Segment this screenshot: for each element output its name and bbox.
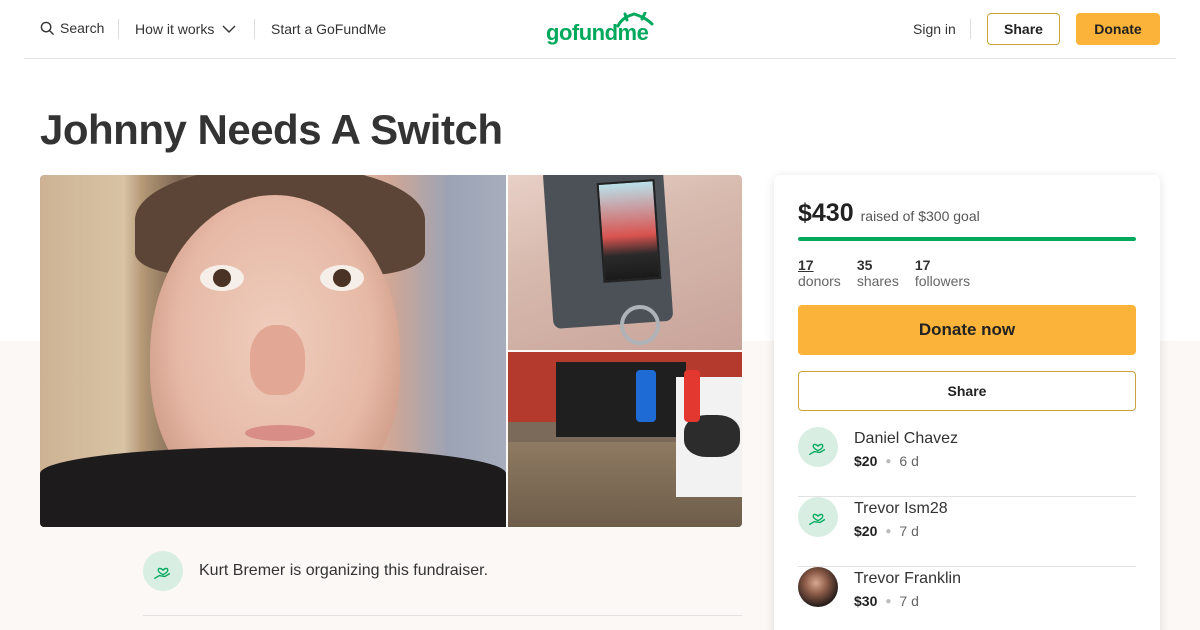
chevron-down-icon xyxy=(222,25,236,33)
switch-console-photo[interactable] xyxy=(508,352,742,527)
photo-mouth xyxy=(245,425,315,441)
share-button[interactable]: Share xyxy=(987,13,1060,45)
stat-shares: 35 shares xyxy=(857,257,899,289)
photo-console-box xyxy=(556,362,686,437)
heart-hand-icon xyxy=(809,513,826,526)
donation-amount: $20 xyxy=(854,523,878,539)
photo-joycon-blue xyxy=(636,370,656,422)
photo-keyring xyxy=(620,305,660,345)
logo-sprout-icon xyxy=(616,12,654,28)
donation-meta: $30 ● 7 d xyxy=(854,593,919,609)
stat-donors-label: donors xyxy=(798,273,841,289)
stat-donors-value[interactable]: 17 xyxy=(798,257,841,273)
stat-shares-label: shares xyxy=(856,273,899,289)
donation-meta: $20 ● 6 d xyxy=(854,453,919,469)
separator-dot: ● xyxy=(885,595,892,607)
search-label: Search xyxy=(60,20,105,36)
photo-eye xyxy=(200,265,244,291)
organizer-divider xyxy=(143,615,742,616)
gofundme-logo[interactable]: gofundme xyxy=(546,12,656,48)
raised-goal: raised of $300 goal xyxy=(860,208,980,224)
campaign-stats: 17 donors 35 shares 17 followers xyxy=(798,257,970,289)
how-it-works-label: How it works xyxy=(135,21,215,37)
progress-bar-fill xyxy=(798,237,1136,241)
cartridge-keychain-photo[interactable] xyxy=(508,175,742,350)
donate-button[interactable]: Donate xyxy=(1076,13,1160,45)
donor-name: Trevor Franklin xyxy=(854,570,961,587)
campaign-title: Johnny Needs A Switch xyxy=(40,106,503,153)
photo-shirt xyxy=(40,447,506,527)
donation-amount: $30 xyxy=(854,593,878,609)
donation-item: Trevor Ism28 $20 ● 7 d xyxy=(798,497,1136,567)
donor-name: Daniel Chavez xyxy=(854,430,959,447)
how-it-works-menu[interactable]: How it works xyxy=(135,21,236,37)
heart-hand-icon xyxy=(809,443,826,456)
organizer-text: Kurt Bremer is organizing this fundraise… xyxy=(199,562,489,579)
donation-sidebar: $430 raised of $300 goal 17 donors 35 sh… xyxy=(774,175,1160,630)
progress-bar xyxy=(798,237,1136,241)
donation-time: 7 d xyxy=(899,593,919,609)
photo-joycon-red xyxy=(684,370,700,422)
donation-meta: $20 ● 7 d xyxy=(854,523,919,539)
stat-shares-value: 35 xyxy=(856,257,873,273)
organizer-row: Kurt Bremer is organizing this fundraise… xyxy=(143,551,488,591)
donor-avatar xyxy=(798,427,838,467)
donor-avatar-photo xyxy=(798,567,838,607)
donation-time: 7 d xyxy=(899,523,919,539)
search-icon xyxy=(40,21,55,35)
donate-now-button[interactable]: Donate now xyxy=(798,305,1136,355)
organizer-avatar xyxy=(143,551,183,591)
photo-nose xyxy=(250,325,305,395)
stat-donors[interactable]: 17 donors xyxy=(798,257,841,289)
stat-followers-value: 17 xyxy=(914,257,931,273)
search-link[interactable]: Search xyxy=(40,20,104,36)
top-nav: Search How it works Start a GoFundMe gof… xyxy=(24,0,1176,59)
stat-followers-label: followers xyxy=(914,273,971,289)
donation-item: Trevor Franklin $30 ● 7 d xyxy=(798,567,1136,630)
raised-amount: $430 xyxy=(798,199,854,227)
separator-dot: ● xyxy=(885,455,892,467)
sidebar-share-button[interactable]: Share xyxy=(798,371,1136,411)
photo-cartridge-label xyxy=(596,179,662,283)
start-gofundme-link[interactable]: Start a GoFundMe xyxy=(271,21,386,37)
donation-amount: $20 xyxy=(854,453,878,469)
nav-divider xyxy=(118,19,119,39)
donor-avatar xyxy=(798,497,838,537)
raised-summary: $430 raised of $300 goal xyxy=(798,199,980,228)
sign-in-link[interactable]: Sign in xyxy=(913,21,956,37)
stat-followers: 17 followers xyxy=(915,257,970,289)
separator-dot: ● xyxy=(885,525,892,537)
donor-name: Trevor Ism28 xyxy=(854,500,948,517)
campaign-main-photo[interactable] xyxy=(40,175,506,527)
heart-hand-icon xyxy=(154,567,171,580)
donation-time: 6 d xyxy=(899,453,919,469)
photo-eye xyxy=(320,265,364,291)
nav-divider xyxy=(970,19,971,39)
donation-item: Daniel Chavez $20 ● 6 d xyxy=(798,427,1136,497)
nav-divider xyxy=(254,19,255,39)
